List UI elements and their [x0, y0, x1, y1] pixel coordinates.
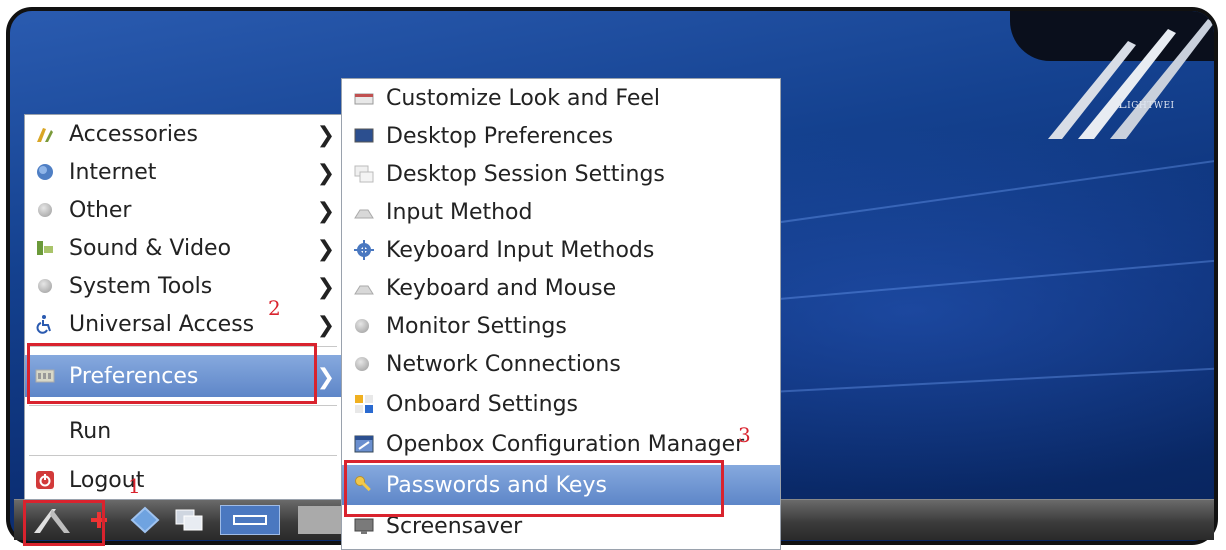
accessibility-icon — [36, 315, 51, 334]
submenu-item-keyboard-input-methods[interactable]: Keyboard Input Methods — [342, 231, 780, 269]
menu-item-accessories[interactable]: Accessories ❯ — [25, 115, 341, 153]
submenu-item-label: Input Method — [386, 199, 533, 225]
submenu-item-label: Desktop Preferences — [386, 123, 614, 149]
menu-item-label: Universal Access — [69, 311, 255, 337]
network-icon — [355, 357, 369, 371]
submenu-item-label: Monitor Settings — [386, 313, 567, 339]
globe-icon — [37, 164, 53, 180]
wallpaper-streak — [769, 366, 1214, 393]
system-tools-icon — [38, 279, 52, 293]
menu-separator — [29, 405, 337, 406]
screensaver-icon — [354, 518, 374, 534]
annotation-box-start-menu — [23, 500, 105, 546]
submenu-item-keyboard-and-mouse[interactable]: Keyboard and Mouse — [342, 269, 780, 307]
submenu-arrow-icon: ❯ — [316, 275, 335, 300]
lightweight-logo-icon — [1048, 19, 1214, 139]
submenu-item-label: Onboard Settings — [386, 391, 579, 417]
monitor-settings-icon — [355, 319, 369, 333]
network-tray-icon[interactable] — [128, 504, 162, 536]
annotation-step-1: 1 — [128, 474, 141, 498]
menu-item-label: Other — [69, 197, 132, 223]
window-list-button[interactable] — [220, 505, 280, 535]
monitor-icon — [354, 128, 374, 143]
submenu-item-network-connections[interactable]: Network Connections — [342, 345, 780, 383]
sound-video-icon — [37, 241, 53, 255]
submenu-item-customize-look-and-feel[interactable]: Customize Look and Feel — [342, 79, 780, 117]
submenu-item-input-method[interactable]: Input Method — [342, 193, 780, 231]
menu-item-run[interactable]: Run — [25, 411, 341, 451]
submenu-arrow-icon: ❯ — [316, 313, 335, 338]
menu-item-label: Sound & Video — [69, 235, 232, 261]
submenu-item-label: Keyboard Input Methods — [386, 237, 655, 263]
submenu-item-label: Keyboard and Mouse — [386, 275, 617, 301]
submenu-item-label: Screensaver — [386, 513, 523, 539]
submenu-arrow-icon: ❯ — [316, 365, 335, 390]
keyboard-gear-icon — [354, 240, 374, 260]
annotation-step-3: 3 — [738, 423, 751, 447]
openbox-icon — [354, 435, 374, 453]
submenu-arrow-icon: ❯ — [316, 237, 335, 262]
menu-item-universal-access[interactable]: Universal Access ❯ — [25, 305, 341, 343]
menu-item-label: Run — [69, 418, 112, 444]
submenu-item-monitor-settings[interactable]: Monitor Settings — [342, 307, 780, 345]
logo-text: Lightwei — [1118, 97, 1175, 112]
menu-item-system-tools[interactable]: System Tools ❯ — [25, 267, 341, 305]
session-icon — [354, 165, 374, 183]
annotation-step-2: 2 — [268, 296, 281, 320]
logout-icon — [36, 471, 54, 489]
keyboard-mouse-icon — [354, 285, 374, 295]
submenu-arrow-icon: ❯ — [316, 199, 335, 224]
submenu-item-desktop-session-settings[interactable]: Desktop Session Settings — [342, 155, 780, 193]
submenu-item-label: Desktop Session Settings — [386, 161, 665, 187]
window-icon — [233, 515, 267, 525]
onboard-icon — [355, 395, 373, 413]
run-icon-placeholder — [35, 421, 55, 441]
menu-item-label: System Tools — [69, 273, 213, 299]
accessories-icon — [37, 128, 53, 142]
show-desktop-icon[interactable] — [172, 504, 206, 536]
submenu-arrow-icon: ❯ — [316, 123, 335, 148]
input-method-icon — [354, 209, 374, 219]
submenu-arrow-icon: ❯ — [316, 161, 335, 186]
menu-separator — [29, 455, 337, 456]
submenu-item-label: Network Connections — [386, 351, 621, 377]
menu-item-internet[interactable]: Internet ❯ — [25, 153, 341, 191]
submenu-item-openbox-configuration-manager[interactable]: Openbox Configuration Manager — [342, 425, 780, 463]
menu-item-other[interactable]: Other ❯ — [25, 191, 341, 229]
menu-item-label: Accessories — [69, 121, 198, 147]
wallpaper-streak — [709, 158, 1214, 233]
submenu-item-label: Openbox Configuration Manager — [386, 431, 745, 457]
other-icon — [38, 203, 52, 217]
menu-item-sound-video[interactable]: Sound & Video ❯ — [25, 229, 341, 267]
application-menu: Accessories ❯ Internet ❯ Other ❯ Sound &… — [24, 114, 342, 500]
appearance-icon — [354, 93, 374, 105]
annotation-box-passwords-and-keys — [344, 460, 724, 517]
submenu-item-desktop-preferences[interactable]: Desktop Preferences — [342, 117, 780, 155]
submenu-item-onboard-settings[interactable]: Onboard Settings — [342, 385, 780, 423]
menu-item-logout[interactable]: Logout — [25, 461, 341, 499]
annotation-box-preferences — [27, 343, 317, 404]
menu-item-label: Internet — [69, 159, 157, 185]
submenu-item-label: Customize Look and Feel — [386, 85, 661, 111]
